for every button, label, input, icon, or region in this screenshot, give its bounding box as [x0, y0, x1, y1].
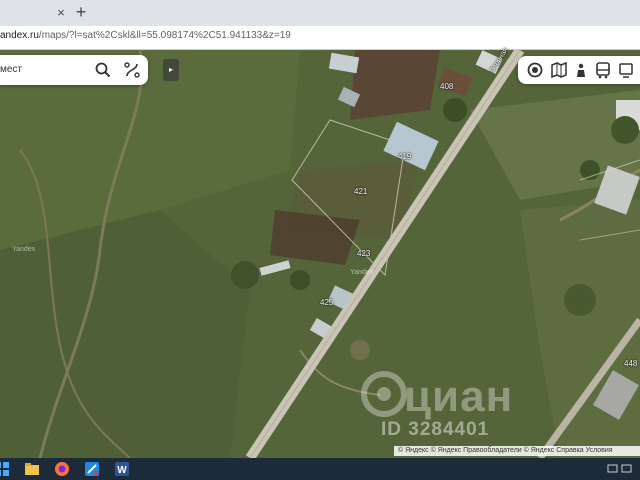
route-icon[interactable]: [123, 61, 141, 79]
house-number[interactable]: 408: [440, 82, 453, 91]
search-icon[interactable]: [94, 61, 112, 79]
house-number[interactable]: 419: [398, 152, 411, 161]
svg-text:W: W: [117, 465, 127, 476]
transit-icon[interactable]: [594, 61, 612, 79]
search-input[interactable]: мест: [0, 64, 22, 75]
tray-icon[interactable]: [606, 462, 636, 476]
map-icon[interactable]: [550, 61, 568, 79]
word-icon[interactable]: W: [114, 461, 130, 477]
watermark-listing-id: ID 3284401: [381, 419, 490, 440]
taskbar: W: [0, 458, 640, 480]
tab-close-button[interactable]: ×: [52, 4, 70, 22]
url-domain: andex.ru: [0, 30, 39, 41]
app-icon[interactable]: [84, 461, 100, 477]
house-number[interactable]: 425: [320, 298, 333, 307]
more-icon[interactable]: [618, 61, 636, 79]
new-tab-button[interactable]: +: [72, 2, 90, 22]
firefox-icon[interactable]: [54, 461, 70, 477]
watermark-brand: циан: [404, 372, 514, 421]
address-bar[interactable]: andex.ru/maps/?l=sat%2Cskl&ll=55.098174%…: [0, 26, 640, 50]
house-number[interactable]: 448: [624, 359, 637, 368]
file-explorer-icon[interactable]: [24, 461, 40, 477]
panorama-icon[interactable]: [572, 61, 590, 79]
copyright-bar[interactable]: © Яндекс © Яндекс Правообладатели © Янде…: [394, 446, 640, 456]
layers-icon[interactable]: [526, 61, 544, 79]
url-path: /maps/?l=sat%2Cskl&ll=55.098174%2C51.941…: [38, 30, 291, 41]
house-number[interactable]: 423: [357, 249, 370, 258]
windows-icon[interactable]: [0, 461, 10, 477]
url-text[interactable]: andex.ru/maps/?l=sat%2Cskl&ll=55.098174%…: [0, 30, 291, 41]
tab-bar: × +: [0, 0, 640, 26]
house-number[interactable]: 421: [354, 187, 367, 196]
collapse-panel-button[interactable]: ▸: [163, 59, 179, 81]
search-box[interactable]: мест: [0, 55, 148, 85]
layer-toolbar: [518, 56, 640, 84]
provider-mark: Yandex: [350, 269, 374, 276]
provider-mark: Yandex: [12, 246, 36, 253]
